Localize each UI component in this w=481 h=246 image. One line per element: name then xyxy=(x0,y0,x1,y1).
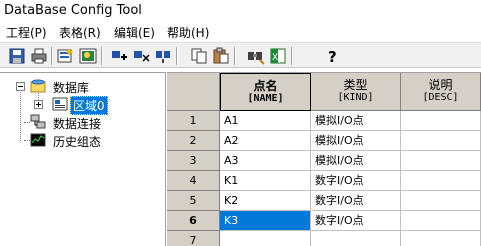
row-header[interactable]: 4 xyxy=(167,171,220,191)
window-title: DataBase Config Tool xyxy=(4,3,142,18)
cell-kind[interactable]: 模拟I/O点 xyxy=(311,151,401,171)
column-title: 说明 xyxy=(428,78,453,92)
insert-record-icon[interactable] xyxy=(154,47,172,65)
tree-label: 数据连接 xyxy=(53,117,102,131)
toolbar-separator xyxy=(291,47,293,65)
column-title: 类型 xyxy=(343,78,368,92)
row-header[interactable]: 3 xyxy=(167,151,220,171)
row-header[interactable]: 5 xyxy=(167,191,220,211)
tree-node-area0[interactable]: 区域0 xyxy=(0,96,166,115)
cell-kind[interactable] xyxy=(311,231,401,246)
cell-name[interactable]: A1 xyxy=(220,111,311,131)
cell-kind[interactable]: 数字I/O点 xyxy=(311,191,401,211)
svg-text:X: X xyxy=(272,53,278,63)
paste-icon[interactable] xyxy=(212,47,230,65)
tree-node-history[interactable]: 历史组态 xyxy=(0,132,166,149)
grid-pane: 点名 [NAME] 类型 [KIND] 说明 [DESC] 1 A1 模拟I/O… xyxy=(167,72,481,246)
copy-icon[interactable] xyxy=(190,47,208,65)
cell-name[interactable]: A2 xyxy=(220,131,311,151)
column-code: [NAME] xyxy=(247,93,284,104)
cell-kind[interactable]: 模拟I/O点 xyxy=(311,131,401,151)
menu-help[interactable]: 帮助(H) xyxy=(167,24,209,41)
cell-desc[interactable] xyxy=(401,151,481,171)
cell-name[interactable] xyxy=(220,231,311,246)
row-header[interactable]: 2 xyxy=(167,131,220,151)
add-group-icon[interactable] xyxy=(57,47,75,65)
browse-icon[interactable] xyxy=(79,47,97,65)
add-record-icon[interactable] xyxy=(110,47,128,65)
cell-desc[interactable] xyxy=(401,171,481,191)
row-header[interactable]: 1 xyxy=(167,111,220,131)
find-icon[interactable] xyxy=(247,47,265,65)
tree-label: 历史组态 xyxy=(53,135,102,149)
toolbar-separator xyxy=(101,47,103,65)
cell-kind[interactable]: 模拟I/O点 xyxy=(311,111,401,131)
cell-desc[interactable] xyxy=(401,111,481,131)
menu-table[interactable]: 表格(R) xyxy=(59,24,101,41)
row-header[interactable]: 6 xyxy=(167,211,220,231)
menu-project[interactable]: 工程(P) xyxy=(6,24,47,41)
area-icon xyxy=(52,97,68,111)
database-icon xyxy=(30,79,46,93)
menu-edit[interactable]: 编辑(E) xyxy=(114,24,155,41)
tree-node-database[interactable]: 数据库 xyxy=(0,78,166,95)
connection-icon xyxy=(30,114,46,129)
grid-corner xyxy=(167,73,220,111)
cell-desc[interactable] xyxy=(401,231,481,246)
help-icon[interactable]: ? xyxy=(324,47,342,65)
collapse-icon[interactable] xyxy=(16,82,25,91)
column-header-desc[interactable]: 说明 [DESC] xyxy=(401,73,481,111)
column-code: [DESC] xyxy=(422,92,459,103)
toolbar: X ? xyxy=(0,42,481,68)
print-icon[interactable] xyxy=(30,47,48,65)
cell-desc[interactable] xyxy=(401,131,481,151)
cell-kind[interactable]: 数字I/O点 xyxy=(311,211,401,231)
toolbar-separator xyxy=(234,47,236,65)
save-icon[interactable] xyxy=(8,47,26,65)
cell-name[interactable]: K2 xyxy=(220,191,311,211)
menu-bar: 工程(P) 表格(R) 编辑(E) 帮助(H) xyxy=(0,22,481,42)
column-header-kind[interactable]: 类型 [KIND] xyxy=(311,73,401,111)
tree-label: 数据库 xyxy=(53,81,90,95)
cell-name[interactable]: A3 xyxy=(220,151,311,171)
column-code: [KIND] xyxy=(337,92,374,103)
cell-name[interactable]: K3 xyxy=(220,211,311,231)
cut-record-icon[interactable] xyxy=(132,47,150,65)
toolbar-separator xyxy=(176,47,178,65)
export-excel-icon[interactable]: X xyxy=(269,47,287,65)
cell-name[interactable]: K1 xyxy=(220,171,311,191)
column-title: 点名 xyxy=(253,79,278,93)
column-header-name[interactable]: 点名 [NAME] xyxy=(220,73,311,111)
tree-label: 区域0 xyxy=(70,96,108,115)
tree-pane: 数据库 区域0 数据连接 历史组态 xyxy=(0,72,166,246)
cell-kind[interactable]: 数字I/O点 xyxy=(311,171,401,191)
cell-desc[interactable] xyxy=(401,191,481,211)
svg-text:?: ? xyxy=(328,48,337,65)
history-chart-icon xyxy=(30,133,46,147)
cell-desc[interactable] xyxy=(401,211,481,231)
title-bar: DataBase Config Tool xyxy=(0,0,481,22)
expand-icon[interactable] xyxy=(34,100,43,109)
toolbar-separator xyxy=(51,47,53,65)
tree-node-connections[interactable]: 数据连接 xyxy=(0,114,166,131)
row-header[interactable]: 7 xyxy=(167,231,220,246)
